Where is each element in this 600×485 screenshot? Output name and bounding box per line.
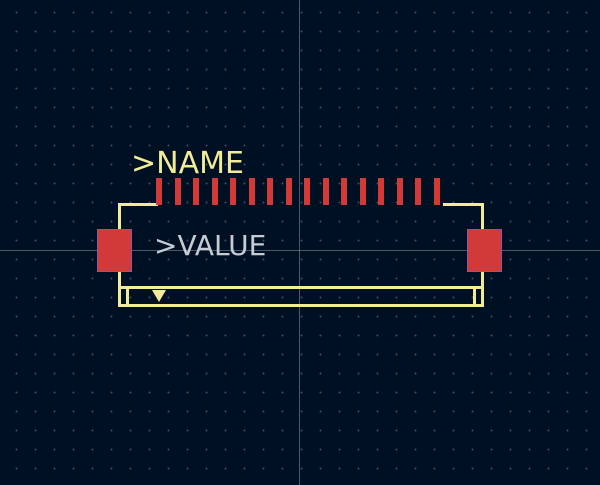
pad-11[interactable] xyxy=(341,178,347,205)
pad-6[interactable] xyxy=(248,178,255,205)
silkscreen-top-left-edge xyxy=(118,203,158,206)
pad-10[interactable] xyxy=(322,178,329,205)
pad-8[interactable] xyxy=(285,178,292,205)
pad-9[interactable] xyxy=(304,178,310,205)
pad-7[interactable] xyxy=(267,178,273,205)
pad-16[interactable] xyxy=(433,178,440,205)
pad-2[interactable] xyxy=(174,178,181,205)
pad-13[interactable] xyxy=(378,178,384,205)
pcb-editor-canvas[interactable]: >NAME >VALUE xyxy=(0,0,600,485)
value-label[interactable]: >VALUE xyxy=(154,229,266,263)
pad-1[interactable] xyxy=(156,178,162,205)
silkscreen-top-right-edge xyxy=(443,203,484,206)
silkscreen-bottom-edge xyxy=(118,304,484,307)
silkscreen-inner-tick-right xyxy=(473,289,476,304)
silkscreen-inner-tick-left xyxy=(126,289,129,304)
silkscreen-left-edge-lower xyxy=(118,272,121,307)
silkscreen-right-edge-upper xyxy=(481,203,484,229)
crosshair-horizontal xyxy=(0,250,600,251)
pad-12[interactable] xyxy=(359,178,366,205)
reference-designator-label[interactable]: >NAME xyxy=(131,146,244,182)
pad-14[interactable] xyxy=(396,178,403,205)
mounting-pad-right[interactable] xyxy=(467,229,502,272)
silkscreen-right-edge-lower xyxy=(481,272,484,307)
pin1-marker-icon xyxy=(152,290,166,302)
pad-15[interactable] xyxy=(415,178,421,205)
crosshair-vertical xyxy=(299,0,300,485)
silkscreen-left-edge-upper xyxy=(118,203,121,229)
pad-4[interactable] xyxy=(211,178,218,205)
silkscreen-body-line xyxy=(118,286,484,289)
pad-3[interactable] xyxy=(193,178,199,205)
pad-5[interactable] xyxy=(230,178,236,205)
mounting-pad-left[interactable] xyxy=(97,229,132,272)
